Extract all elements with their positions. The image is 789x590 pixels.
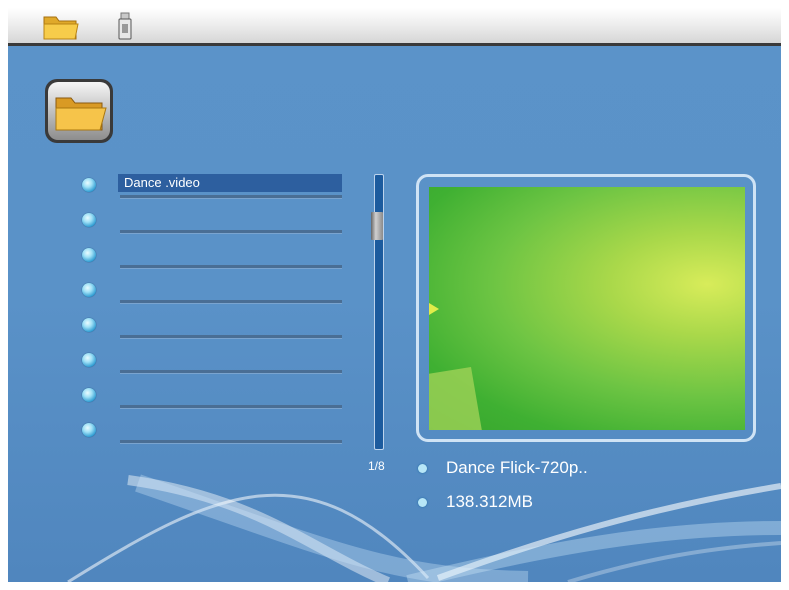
list-item[interactable]	[82, 314, 344, 349]
bullet-icon	[82, 248, 96, 262]
file-list: Dance .video	[82, 174, 344, 454]
list-item[interactable]	[82, 349, 344, 384]
preview-thumbnail	[429, 187, 745, 430]
usb-drive-icon[interactable]	[118, 12, 132, 40]
list-item[interactable]	[82, 209, 344, 244]
row-divider	[120, 195, 342, 199]
bullet-icon	[82, 283, 96, 297]
bullet-icon	[82, 353, 96, 367]
list-item[interactable]: Dance .video	[82, 174, 344, 209]
list-item[interactable]	[82, 244, 344, 279]
list-item[interactable]	[82, 384, 344, 419]
row-divider	[120, 265, 342, 269]
bullet-icon	[82, 178, 96, 192]
row-divider	[120, 300, 342, 304]
scrollbar-thumb[interactable]	[371, 212, 383, 240]
decorative-waves	[67, 474, 781, 582]
row-divider	[120, 405, 342, 409]
bullet-icon	[82, 213, 96, 227]
folder-mode-icon	[45, 79, 113, 143]
top-bar	[8, 8, 781, 46]
bullet-icon	[82, 318, 96, 332]
list-item[interactable]	[82, 279, 344, 314]
file-name: Dance .video	[124, 175, 200, 190]
photo-frame-screen: Dance .video 1/8 Dance Flick-720p.. 138.…	[8, 8, 781, 582]
bullet-icon	[82, 388, 96, 402]
row-divider	[120, 230, 342, 234]
row-divider	[120, 370, 342, 374]
leaf-shape	[429, 367, 483, 430]
leaf-tip-shape	[429, 303, 439, 315]
folder-icon[interactable]	[42, 13, 80, 41]
row-divider	[120, 335, 342, 339]
